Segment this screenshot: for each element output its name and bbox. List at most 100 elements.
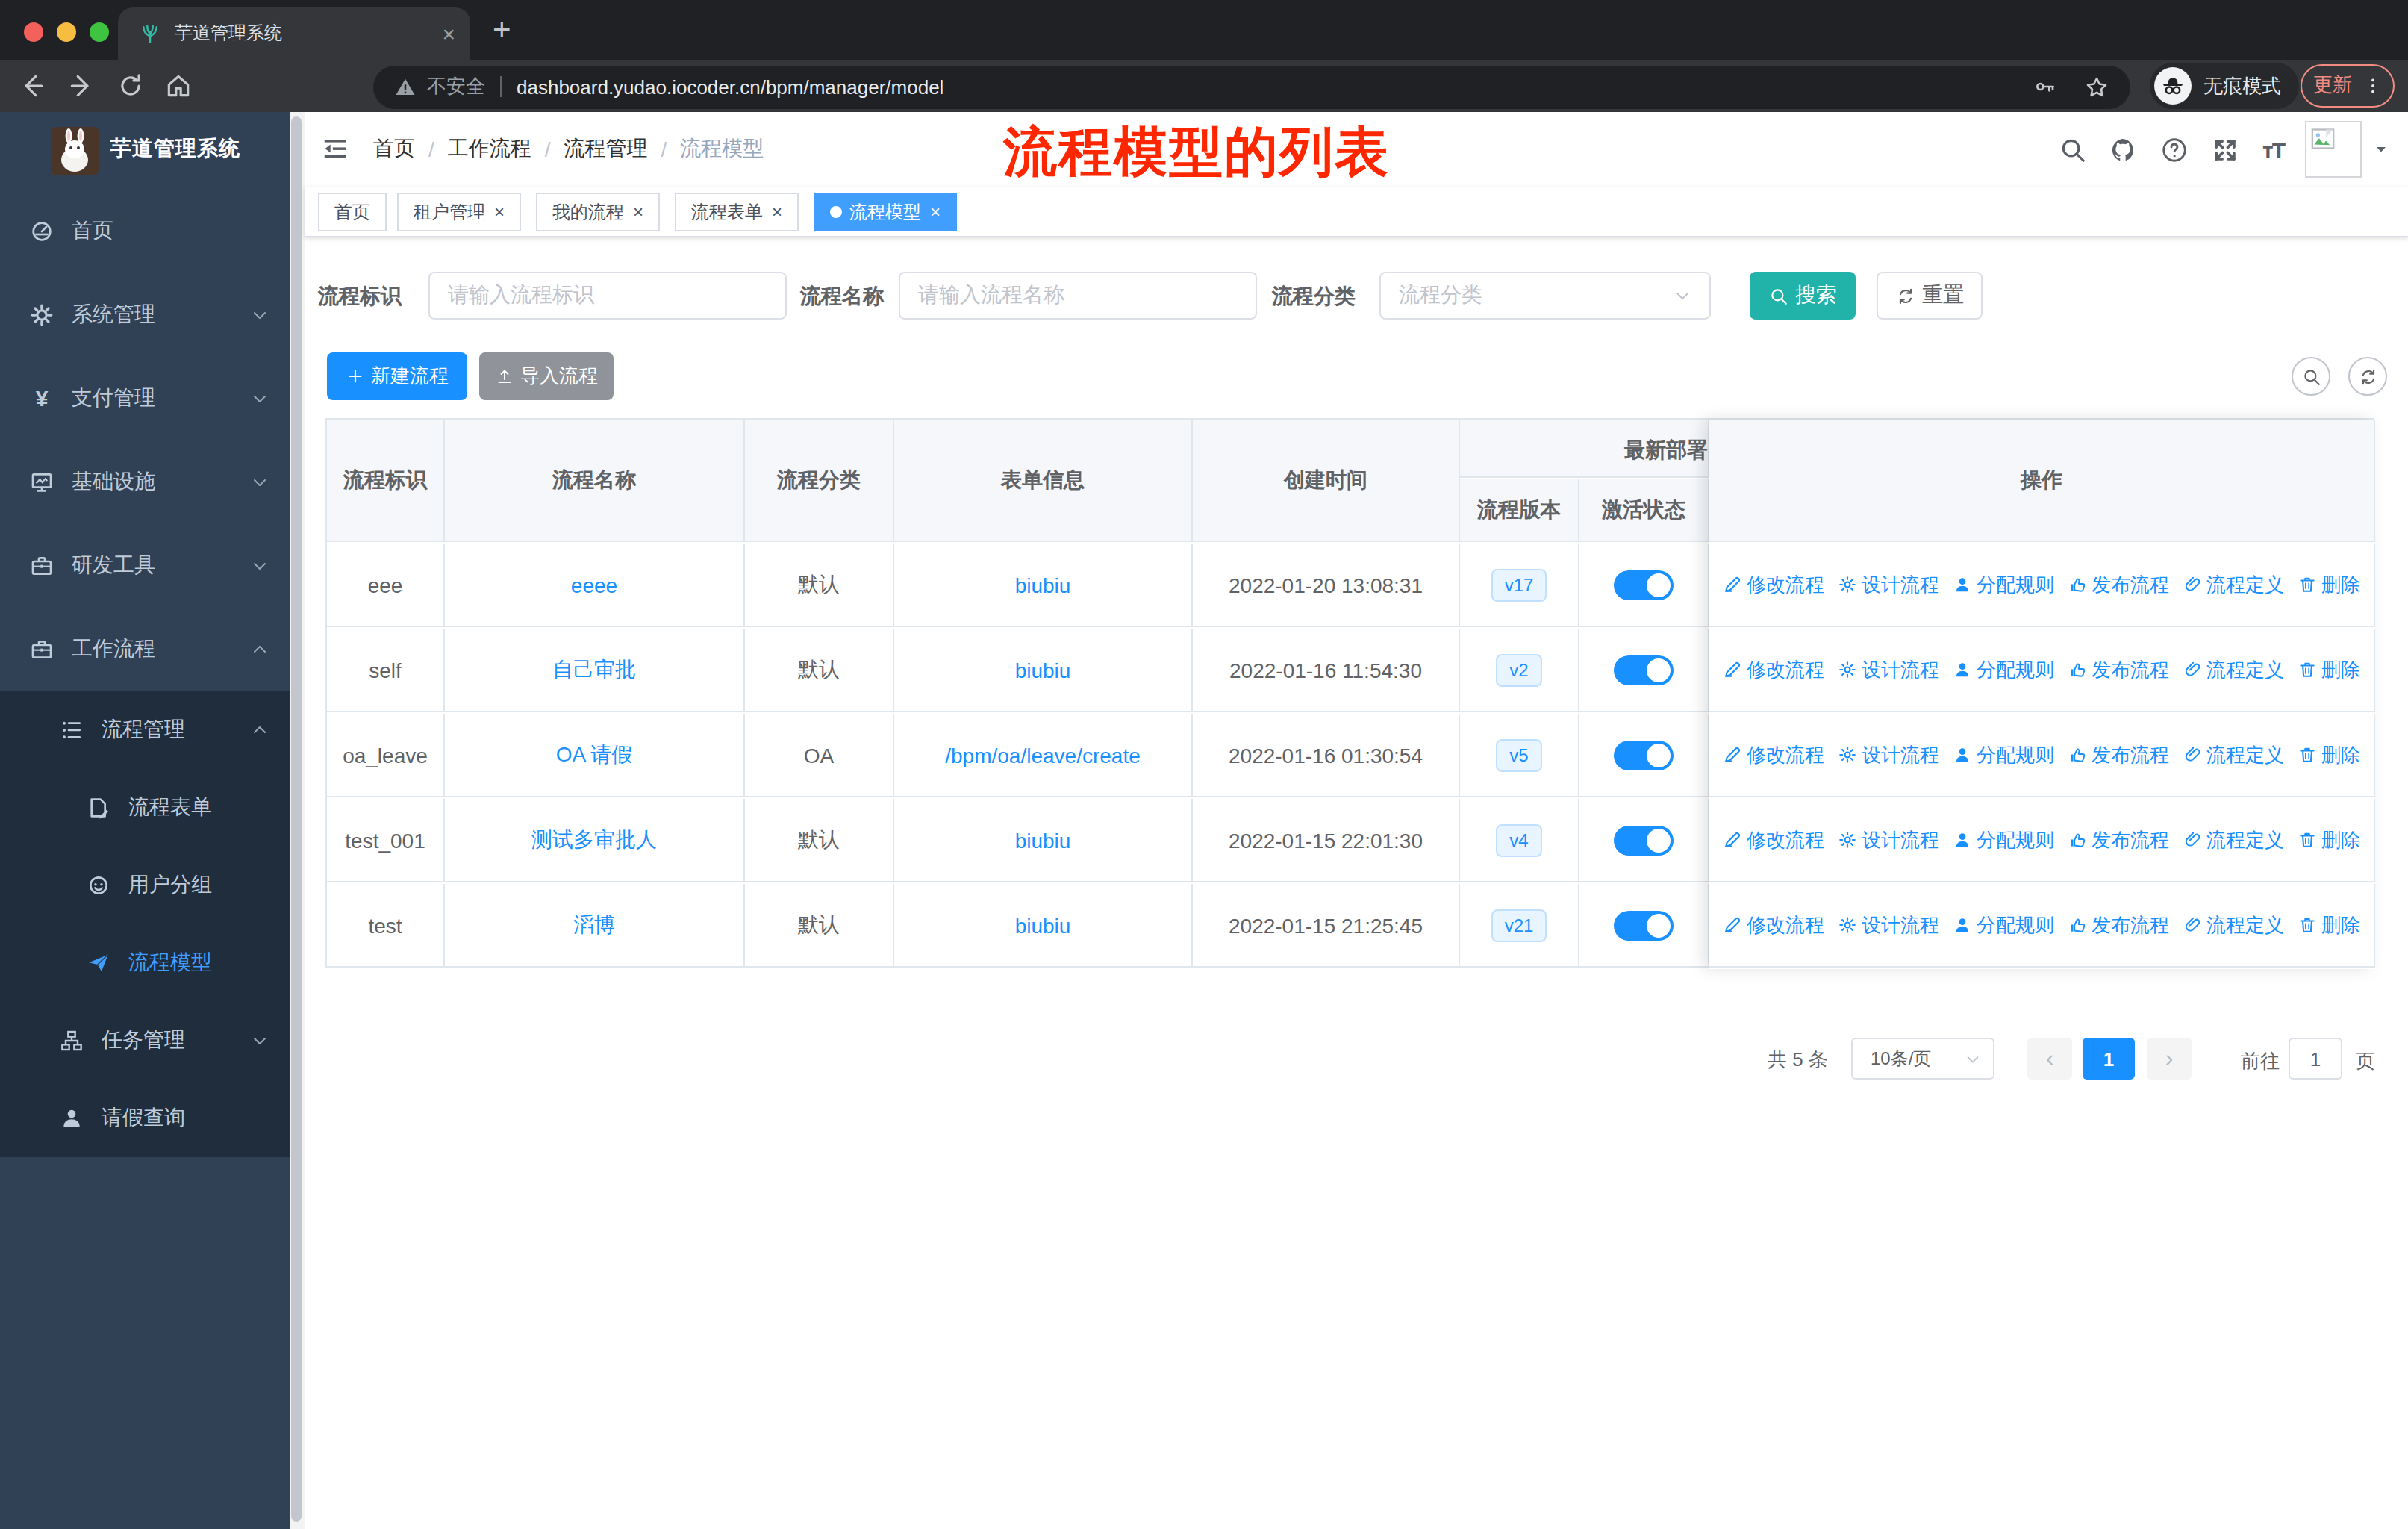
create-process-button[interactable]: 新建流程 (327, 352, 467, 400)
user-menu-caret-icon[interactable] (2372, 140, 2390, 158)
sidebar-item-leave-query[interactable]: 请假查询 (0, 1080, 290, 1157)
tab-home[interactable]: 首页 (318, 193, 387, 231)
help-icon[interactable] (2161, 135, 2189, 164)
url-bar[interactable]: 不安全 dashboard.yudao.iocoder.cn/bpm/manag… (373, 65, 2130, 108)
form-info-link[interactable]: biubiu (1015, 828, 1071, 852)
op-definition-link[interactable]: 流程定义 (2183, 656, 2284, 683)
sidebar-item-system[interactable]: 系统管理 (0, 273, 290, 357)
window-close-light[interactable] (24, 22, 43, 42)
op-publish-link[interactable]: 发布流程 (2068, 912, 2169, 938)
filter-category-select[interactable]: 流程分类 (1379, 272, 1711, 320)
tab-close-icon[interactable]: × (930, 203, 941, 221)
op-modify-link[interactable]: 修改流程 (1723, 912, 1824, 938)
reset-button[interactable]: 重置 (1877, 272, 1983, 320)
form-info-link[interactable]: biubiu (1015, 913, 1071, 937)
current-page-button[interactable]: 1 (2083, 1038, 2135, 1080)
window-zoom-light[interactable] (90, 22, 109, 42)
hamburger-icon[interactable] (321, 134, 349, 163)
filter-id-input[interactable]: 请输入流程标识 (428, 272, 787, 320)
tab-my-process[interactable]: 我的流程× (536, 193, 660, 231)
op-assign-link[interactable]: 分配规则 (1953, 826, 2054, 853)
op-publish-link[interactable]: 发布流程 (2068, 656, 2169, 683)
tab-process-form[interactable]: 流程表单× (675, 193, 799, 231)
page-size-select[interactable]: 10条/页 (1851, 1038, 1994, 1080)
op-definition-link[interactable]: 流程定义 (2183, 912, 2284, 938)
op-assign-link[interactable]: 分配规则 (1953, 656, 2054, 683)
version-badge[interactable]: v2 (1496, 653, 1541, 686)
window-minimize-light[interactable] (57, 22, 76, 42)
sidebar-item-process-form[interactable]: 流程表单 (0, 769, 290, 847)
font-size-icon[interactable]: тT (2262, 137, 2284, 162)
op-delete-link[interactable]: 删除 (2298, 741, 2360, 768)
user-avatar[interactable] (2305, 121, 2362, 178)
tab-close-icon[interactable]: × (442, 22, 455, 45)
back-icon[interactable] (18, 71, 46, 99)
version-badge[interactable]: v5 (1496, 738, 1541, 771)
search-button[interactable]: 搜索 (1750, 272, 1856, 320)
op-assign-link[interactable]: 分配规则 (1953, 912, 2054, 938)
version-badge[interactable]: v4 (1496, 823, 1541, 856)
bookmark-star-icon[interactable] (2084, 74, 2109, 99)
new-tab-button[interactable]: + (493, 12, 511, 48)
breadcrumb-item-0[interactable]: 首页 (373, 136, 415, 163)
active-toggle[interactable] (1614, 825, 1674, 855)
filter-name-input[interactable]: 请输入流程名称 (899, 272, 1257, 320)
header-search-icon[interactable] (2059, 135, 2088, 164)
sidebar-item-user-group[interactable]: 用户分组 (0, 847, 290, 924)
op-modify-link[interactable]: 修改流程 (1723, 826, 1824, 853)
active-toggle[interactable] (1614, 655, 1674, 685)
browser-menu-icon[interactable] (2362, 75, 2382, 95)
op-modify-link[interactable]: 修改流程 (1723, 571, 1824, 598)
op-delete-link[interactable]: 删除 (2298, 656, 2360, 683)
op-delete-link[interactable]: 删除 (2298, 826, 2360, 853)
op-assign-link[interactable]: 分配规则 (1953, 571, 2054, 598)
sidebar-item-workflow[interactable]: 工作流程 (0, 608, 290, 691)
op-definition-link[interactable]: 流程定义 (2183, 571, 2284, 598)
process-name-link[interactable]: OA 请假 (556, 741, 633, 768)
browser-update-button[interactable]: 更新 (2301, 63, 2395, 107)
form-info-link[interactable]: biubiu (1015, 658, 1071, 682)
process-name-link[interactable]: eeee (571, 573, 617, 597)
op-definition-link[interactable]: 流程定义 (2183, 826, 2284, 853)
process-name-link[interactable]: 滔博 (573, 912, 615, 938)
reload-icon[interactable] (116, 71, 145, 99)
refresh-table-button[interactable] (2348, 357, 2387, 396)
op-design-link[interactable]: 设计流程 (1838, 741, 1939, 768)
version-badge[interactable]: v17 (1491, 568, 1547, 601)
op-publish-link[interactable]: 发布流程 (2068, 571, 2169, 598)
sidebar-item-infrastructure[interactable]: 基础设施 (0, 440, 290, 524)
sidebar-item-dev-tools[interactable]: 研发工具 (0, 524, 290, 608)
breadcrumb-item-1[interactable]: 工作流程 (448, 136, 531, 163)
op-design-link[interactable]: 设计流程 (1838, 656, 1939, 683)
sidebar-item-payment[interactable]: ¥支付管理 (0, 357, 290, 440)
home-icon[interactable] (164, 71, 193, 99)
sidebar-item-process-mgmt[interactable]: 流程管理 (0, 691, 290, 769)
op-design-link[interactable]: 设计流程 (1838, 912, 1939, 938)
tab-tenant-mgmt[interactable]: 租户管理× (397, 193, 521, 231)
sidebar-item-process-model[interactable]: 流程模型 (0, 924, 290, 1002)
op-assign-link[interactable]: 分配规则 (1953, 741, 2054, 768)
tab-process-model[interactable]: 流程模型× (814, 193, 957, 231)
form-info-link[interactable]: biubiu (1015, 573, 1071, 597)
fullscreen-icon[interactable] (2212, 135, 2240, 164)
process-name-link[interactable]: 测试多审批人 (531, 826, 657, 853)
next-page-button[interactable]: › (2147, 1038, 2192, 1080)
toggle-search-button[interactable] (2292, 357, 2330, 396)
browser-tab[interactable]: 芋道管理系统 × (118, 7, 470, 60)
active-toggle[interactable] (1614, 910, 1674, 940)
sidebar-item-task-mgmt[interactable]: 任务管理 (0, 1002, 290, 1080)
op-design-link[interactable]: 设计流程 (1838, 571, 1939, 598)
version-badge[interactable]: v21 (1491, 909, 1547, 941)
sidebar-item-home[interactable]: 首页 (0, 190, 290, 273)
form-info-link[interactable]: /bpm/oa/leave/create (945, 743, 1141, 767)
tab-close-icon[interactable]: × (633, 203, 643, 221)
op-modify-link[interactable]: 修改流程 (1723, 656, 1824, 683)
op-design-link[interactable]: 设计流程 (1838, 826, 1939, 853)
import-process-button[interactable]: 导入流程 (479, 352, 614, 400)
op-publish-link[interactable]: 发布流程 (2068, 741, 2169, 768)
password-key-icon[interactable] (2033, 75, 2057, 99)
active-toggle[interactable] (1614, 740, 1674, 770)
prev-page-button[interactable]: ‹ (2027, 1038, 2072, 1080)
op-delete-link[interactable]: 删除 (2298, 912, 2360, 938)
github-icon[interactable] (2110, 135, 2139, 164)
